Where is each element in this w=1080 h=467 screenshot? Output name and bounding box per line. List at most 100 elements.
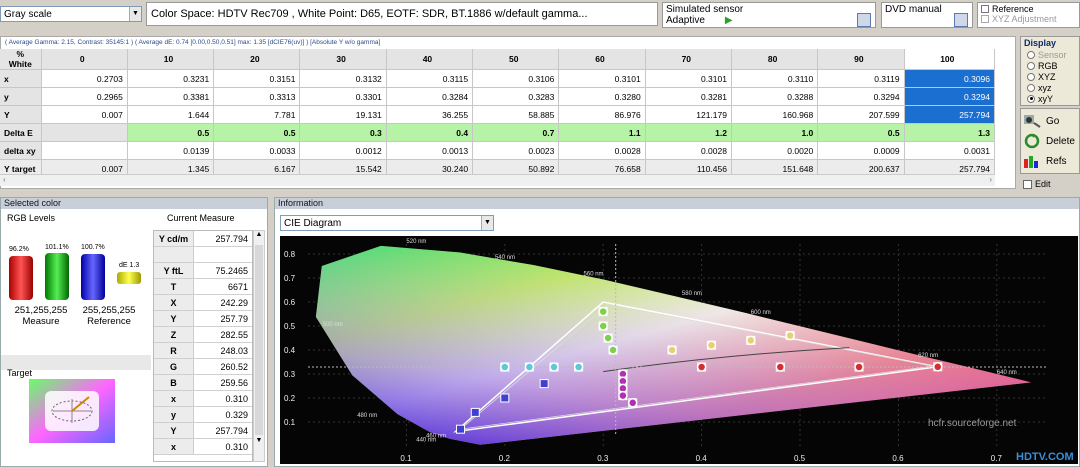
grid-cell[interactable]: 0.3119 [817, 69, 905, 88]
scroll-up-icon[interactable]: ▲ [254, 231, 264, 243]
radio-icon[interactable] [1027, 61, 1035, 70]
grid-cell[interactable]: 0.0031 [904, 141, 996, 160]
scroll-right-icon[interactable]: › [989, 175, 992, 184]
grid-cell[interactable]: 0.3101 [645, 69, 732, 88]
grid-cell[interactable]: 58.885 [472, 105, 560, 124]
radio-icon[interactable] [1027, 94, 1035, 103]
grid-col-header[interactable]: 0 [41, 49, 128, 70]
grid-cell[interactable]: 0.0013 [386, 141, 474, 160]
grid-cell[interactable]: 19.131 [299, 105, 387, 124]
grid-cell[interactable]: 1.644 [127, 105, 215, 124]
grid-cell[interactable]: 0.3151 [213, 69, 301, 88]
display-option-xyz[interactable]: XYZ [1027, 71, 1079, 82]
grid-cell[interactable] [41, 141, 128, 160]
grid-col-header[interactable]: 90 [817, 49, 905, 70]
grid-cell[interactable]: 0.2703 [41, 69, 128, 88]
grid-cell[interactable]: 0.0020 [731, 141, 819, 160]
refs-button[interactable]: Refs [1023, 151, 1077, 171]
display-option-sensor[interactable]: Sensor [1027, 49, 1079, 60]
grid-cell[interactable]: 0.3284 [386, 87, 474, 106]
grid-cell[interactable]: 0.3115 [386, 69, 474, 88]
radio-icon[interactable] [1027, 50, 1035, 59]
grid-cell[interactable]: 0.4 [386, 123, 474, 142]
horizontal-scrollbar[interactable]: ‹ › [0, 174, 995, 186]
edit-checkbox[interactable]: Edit [1020, 177, 1080, 191]
grid-cell[interactable]: 0.5 [213, 123, 301, 142]
delete-button[interactable]: Delete [1023, 131, 1077, 151]
grid-cell[interactable]: 86.976 [558, 105, 646, 124]
mode-select[interactable]: Gray scale ▼ [0, 6, 142, 22]
grid-cell[interactable]: 0.007 [41, 105, 128, 124]
grid-cell[interactable]: 0.2965 [41, 87, 128, 106]
checkbox-icon[interactable] [981, 5, 989, 13]
checkbox-icon[interactable] [1023, 179, 1032, 189]
grid-col-header[interactable]: 50 [472, 49, 560, 70]
grid-cell[interactable]: 0.3281 [645, 87, 732, 106]
grid-cell[interactable]: 0.3283 [472, 87, 560, 106]
grid-cell[interactable]: 1.2 [645, 123, 732, 142]
grid-cell[interactable]: 0.0028 [645, 141, 732, 160]
grid-col-header[interactable]: 60 [558, 49, 646, 70]
grid-cell[interactable]: 0.3288 [731, 87, 819, 106]
play-icon[interactable]: ▶ [725, 15, 733, 26]
grid-cell[interactable]: 0.5 [817, 123, 905, 142]
grid-cell[interactable]: 0.3231 [127, 69, 215, 88]
scroll-thumb[interactable] [255, 245, 263, 435]
grid-cell[interactable]: 0.0023 [472, 141, 560, 160]
radio-icon[interactable] [1027, 83, 1035, 92]
chevron-down-icon[interactable]: ▼ [129, 7, 141, 21]
grid-cell[interactable]: 0.3294 [817, 87, 905, 106]
sensor-config-icon[interactable] [857, 13, 871, 27]
grid-cell[interactable]: 0.3 [299, 123, 387, 142]
grid-cell[interactable]: 207.599 [817, 105, 905, 124]
grid-cell[interactable]: 257.794 [904, 105, 996, 124]
grid-cell[interactable]: 36.255 [386, 105, 474, 124]
scroll-left-icon[interactable]: ‹ [3, 175, 6, 184]
grid-cell[interactable]: 0.3313 [213, 87, 301, 106]
grid-col-header[interactable]: 20 [213, 49, 301, 70]
measure-scrollbar[interactable]: ▲ ▼ [253, 230, 265, 462]
generator-box[interactable]: DVD manual [881, 2, 973, 28]
grid-cell[interactable]: 0.3132 [299, 69, 387, 88]
grid-cell[interactable]: 0.0033 [213, 141, 301, 160]
grid-col-header[interactable]: 10 [127, 49, 215, 70]
grid-cell[interactable] [41, 123, 128, 142]
grid-cell[interactable]: 0.3294 [904, 87, 996, 106]
display-option-xyy[interactable]: xyY [1027, 93, 1079, 104]
go-button[interactable]: Go [1023, 111, 1077, 131]
grid-cell[interactable]: 1.1 [558, 123, 646, 142]
display-option-xyz[interactable]: xyz [1027, 82, 1079, 93]
diagram-select[interactable]: CIE Diagram ▼ [280, 215, 494, 231]
grid-col-header[interactable]: 100 [904, 49, 996, 70]
grid-cell[interactable]: 0.0028 [558, 141, 646, 160]
grid-col-header[interactable]: 40 [386, 49, 474, 70]
grid-cell[interactable]: 0.3301 [299, 87, 387, 106]
grid-col-header[interactable]: 70 [645, 49, 732, 70]
grid-cell[interactable]: 0.0009 [817, 141, 905, 160]
grid-cell[interactable]: 0.3381 [127, 87, 215, 106]
grid-cell[interactable]: 1.3 [904, 123, 996, 142]
chevron-down-icon[interactable]: ▼ [481, 216, 493, 230]
colorspace-bar[interactable]: Color Space: HDTV Rec709 , White Point: … [146, 2, 658, 26]
grid-cell[interactable]: 0.0012 [299, 141, 387, 160]
grid-cell[interactable]: 7.781 [213, 105, 301, 124]
grid-col-header[interactable]: 30 [299, 49, 387, 70]
grid-cell[interactable]: 0.3110 [731, 69, 819, 88]
radio-icon[interactable] [1027, 72, 1035, 81]
grid-cell[interactable]: 121.179 [645, 105, 732, 124]
grid-cell[interactable]: 160.968 [731, 105, 819, 124]
checkbox-icon[interactable] [981, 15, 989, 23]
sensor-box[interactable]: Simulated sensor Adaptive ▶ [662, 2, 876, 28]
grid-col-header[interactable]: 80 [731, 49, 819, 70]
reference-checkbox[interactable]: Reference [981, 4, 1076, 14]
grid-cell[interactable]: 0.3096 [904, 69, 996, 88]
scroll-down-icon[interactable]: ▼ [254, 437, 264, 449]
xyz-adjust-checkbox[interactable]: XYZ Adjustment [981, 14, 1076, 24]
generator-config-icon[interactable] [954, 13, 968, 27]
grid-cell[interactable]: 0.7 [472, 123, 560, 142]
grid-cell[interactable]: 0.5 [127, 123, 215, 142]
grid-cell[interactable]: 0.3106 [472, 69, 560, 88]
grid-cell[interactable]: 1.0 [731, 123, 819, 142]
grid-cell[interactable]: 0.0139 [127, 141, 215, 160]
grid-cell[interactable]: 0.3101 [558, 69, 646, 88]
